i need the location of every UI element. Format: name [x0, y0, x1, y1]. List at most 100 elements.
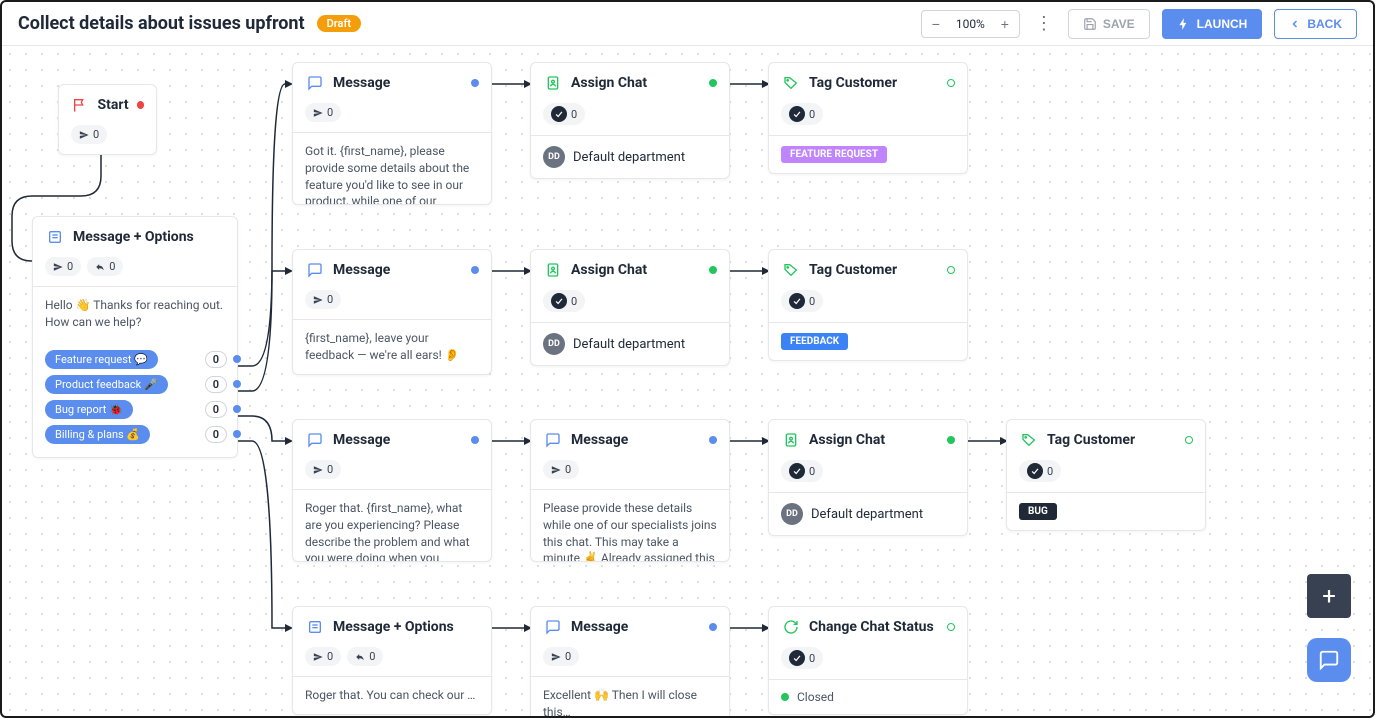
chat-widget-button[interactable] [1307, 638, 1351, 682]
port-dot [947, 266, 955, 274]
node-body: Got it. {first_name}, please provide som… [293, 132, 491, 204]
save-icon [1083, 17, 1097, 31]
tag-icon [781, 73, 801, 93]
list-icon [45, 227, 65, 247]
send-count: 0 [1019, 460, 1061, 482]
add-node-button[interactable]: + [1307, 574, 1351, 618]
port-dot [947, 436, 955, 444]
port-dot [709, 623, 717, 631]
department-label: Default department [573, 337, 685, 352]
node-tag-a[interactable]: Tag Customer 0 FEATURE REQUEST [768, 62, 968, 174]
zoom-value: 100% [950, 17, 991, 31]
flag-icon [71, 95, 90, 115]
node-assign-a[interactable]: Assign Chat 0 DDDefault department [530, 62, 730, 179]
launch-button[interactable]: LAUNCH [1162, 9, 1263, 39]
reply-count: 0 [347, 647, 383, 666]
flow-canvas[interactable]: Start 0 Message + Options 0 0 Hello 👋 Th… [2, 46, 1373, 716]
message-icon [305, 430, 325, 450]
port-dot [947, 79, 955, 87]
send-count: 0 [305, 460, 341, 479]
status-dot-icon [781, 693, 789, 701]
node-tag-b[interactable]: Tag Customer 0 FEEDBACK [768, 249, 968, 361]
tag-icon [781, 260, 801, 280]
assign-icon [781, 430, 801, 450]
tag-icon [1019, 430, 1039, 450]
node-body: Roger that. {first_name}, what are you e… [293, 489, 491, 561]
send-count: 0 [781, 460, 823, 482]
message-icon [305, 73, 325, 93]
port-dot [471, 436, 479, 444]
zoom-out-button[interactable]: − [922, 11, 950, 37]
node-body: Hello 👋 Thanks for reaching out. How can… [33, 286, 237, 341]
more-menu-icon[interactable]: ⋮ [1032, 12, 1056, 36]
avatar: DD [543, 333, 565, 355]
node-message-options-1[interactable]: Message + Options 0 0 Hello 👋 Thanks for… [32, 216, 238, 458]
reply-count: 0 [87, 257, 123, 276]
avatar: DD [781, 503, 803, 525]
port-dot [709, 79, 717, 87]
status-badge: Draft [317, 15, 361, 32]
port-dot [137, 101, 144, 109]
send-count: 0 [45, 257, 81, 276]
send-count: 0 [305, 647, 341, 666]
department-label: Default department [811, 507, 923, 522]
port-dot [709, 436, 717, 444]
send-count: 0 [71, 125, 107, 144]
message-icon [543, 430, 563, 450]
node-message-c1[interactable]: Message 0 Roger that. {first_name}, what… [292, 419, 492, 562]
avatar: DD [543, 146, 565, 168]
send-count: 0 [781, 647, 823, 669]
page-title: Collect details about issues upfront [18, 13, 305, 34]
send-count: 0 [543, 290, 585, 312]
node-message-options-d[interactable]: Message + Options 0 0 Roger that. You ca… [292, 606, 492, 715]
port-dot [471, 266, 479, 274]
send-count: 0 [305, 103, 341, 122]
port-dot [471, 79, 479, 87]
refresh-icon [781, 617, 801, 637]
send-count: 0 [781, 290, 823, 312]
option-feature-request[interactable]: Feature request 💬0 [33, 347, 237, 372]
chevron-left-icon [1289, 18, 1301, 30]
node-body: Roger that. You can check our … [293, 676, 491, 714]
node-body: {first_name}, leave your feedback — we'r… [293, 319, 491, 374]
node-start[interactable]: Start 0 [58, 84, 157, 155]
status-label: Closed [797, 690, 834, 704]
message-icon [305, 260, 325, 280]
back-button[interactable]: BACK [1274, 9, 1357, 39]
node-assign-c[interactable]: Assign Chat 0 DDDefault department [768, 419, 968, 536]
node-body: Please provide these details while one o… [531, 489, 729, 561]
rocket-icon [1177, 17, 1191, 31]
save-button[interactable]: SAVE [1068, 9, 1150, 39]
option-bug-report[interactable]: Bug report 🐞0 [33, 397, 237, 422]
assign-icon [543, 260, 563, 280]
send-count: 0 [781, 103, 823, 125]
department-label: Default department [573, 150, 685, 165]
send-count: 0 [543, 103, 585, 125]
send-count: 0 [305, 290, 341, 309]
tag-chip: BUG [1019, 503, 1057, 520]
topbar: Collect details about issues upfront Dra… [2, 2, 1373, 46]
node-change-status-d[interactable]: Change Chat Status 0 Closed [768, 606, 968, 715]
node-assign-b[interactable]: Assign Chat 0 DDDefault department [530, 249, 730, 366]
option-product-feedback[interactable]: Product feedback 🎤0 [33, 372, 237, 397]
option-billing-plans[interactable]: Billing & plans 💰0 [33, 422, 237, 447]
port-dot [947, 623, 955, 631]
assign-icon [543, 73, 563, 93]
message-icon [543, 617, 563, 637]
node-tag-c[interactable]: Tag Customer 0 BUG [1006, 419, 1206, 531]
send-count: 0 [543, 647, 579, 666]
node-message-a[interactable]: Message 0 Got it. {first_name}, please p… [292, 62, 492, 205]
tag-chip: FEEDBACK [781, 333, 848, 350]
port-dot [1185, 436, 1193, 444]
node-message-d2[interactable]: Message 0 Excellent 🙌 Then I will close … [530, 606, 730, 716]
zoom-control: − 100% + [921, 10, 1020, 38]
node-message-c2[interactable]: Message 0 Please provide these details w… [530, 419, 730, 562]
port-dot [709, 266, 717, 274]
node-body: Excellent 🙌 Then I will close this… [531, 676, 729, 716]
zoom-in-button[interactable]: + [991, 11, 1019, 37]
node-message-b[interactable]: Message 0 {first_name}, leave your feedb… [292, 249, 492, 375]
send-count: 0 [543, 460, 579, 479]
chat-icon [1318, 649, 1340, 671]
tag-chip: FEATURE REQUEST [781, 146, 887, 163]
list-icon [305, 617, 325, 637]
